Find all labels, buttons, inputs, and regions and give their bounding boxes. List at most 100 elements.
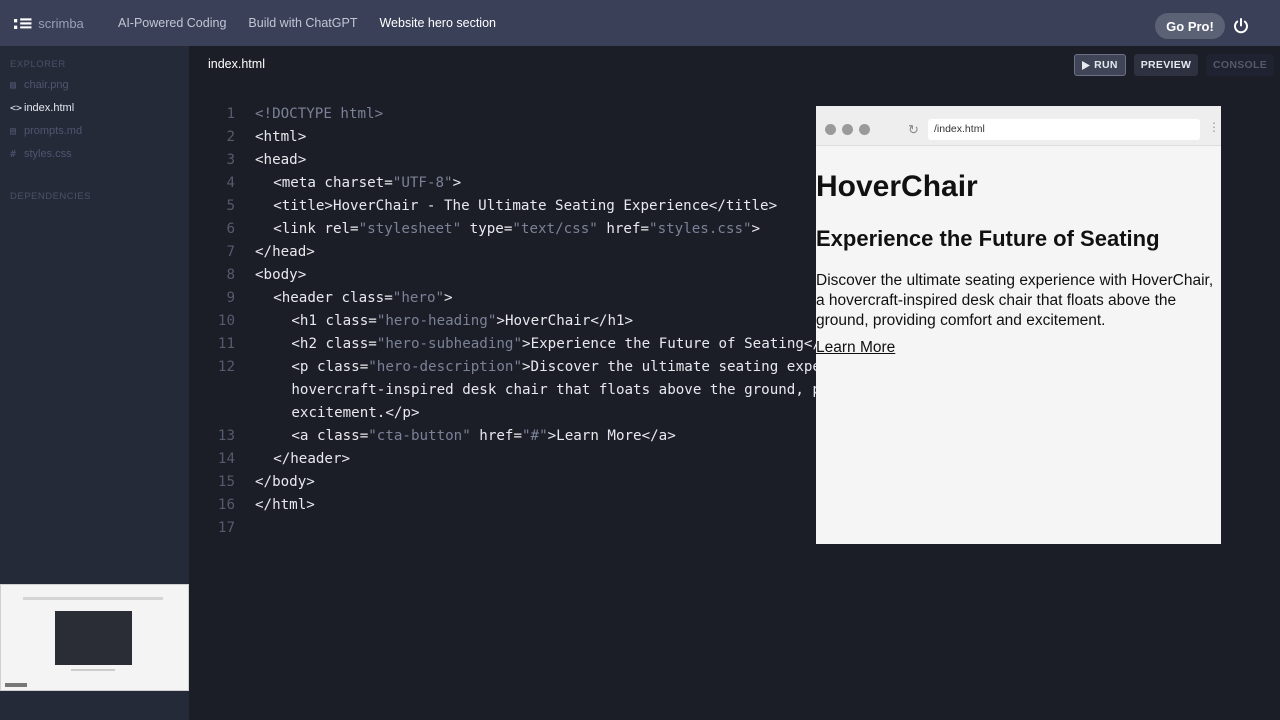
code-text: <body> — [255, 265, 306, 285]
code-line: 10 <h1 class="hero-heading">HoverChair</h… — [189, 311, 819, 334]
scrimba-app: :≡ scrimba AI-Powered Coding Build with … — [0, 0, 1280, 720]
hash-icon: # — [10, 148, 17, 160]
line-number: 3 — [226, 152, 235, 168]
code-string: "hero" — [392, 290, 445, 306]
file-name: chair.png — [24, 79, 69, 91]
line-number: 10 — [217, 313, 235, 329]
code-string: "text/css" — [512, 221, 598, 237]
code-text: excitement.</p> — [291, 403, 419, 423]
logo-text: scrimba — [38, 15, 84, 31]
play-icon — [1082, 60, 1091, 70]
breadcrumb-course[interactable]: AI-Powered Coding — [118, 16, 226, 30]
code-text: <head> — [255, 150, 306, 170]
code-line: excitement.</p> — [189, 403, 819, 426]
code-token: </body> — [255, 474, 315, 490]
window-dot-icon — [859, 124, 870, 135]
code-line: 14 </header> — [189, 449, 819, 472]
code-token: > — [751, 221, 761, 237]
file-item[interactable]: ▤ prompts.md — [10, 125, 82, 137]
code-editor[interactable]: 1 <!DOCTYPE html> 2 <html> 3 <head> 4 <meta cha… — [189, 104, 819, 554]
code-token: > — [444, 290, 453, 306]
code-string: "hero-subheading" — [376, 336, 523, 352]
code-string: "styles.css" — [649, 221, 752, 237]
code-line: 7 </head> — [189, 242, 819, 265]
code-token: <meta charset= — [273, 175, 393, 191]
file-item[interactable]: # styles.css — [10, 148, 72, 160]
code-token: > — [452, 175, 462, 191]
code-string: "#" — [522, 428, 548, 444]
preview-description: Discover the ultimate seating experience… — [816, 272, 1214, 329]
code-token: <h2 class= — [291, 336, 377, 352]
code-string: "stylesheet" — [358, 221, 462, 237]
reload-icon[interactable]: ↻ — [908, 122, 919, 138]
console-button[interactable]: CONSOLE — [1206, 54, 1274, 76]
image-file-icon: ▨ — [10, 79, 17, 91]
code-line: hovercraft-inspired desk chair that floa… — [189, 380, 819, 403]
tab-index-html[interactable]: index.html — [208, 57, 265, 71]
code-token: excitement.</p> — [291, 405, 420, 421]
code-line: 2 <html> — [189, 127, 819, 150]
code-token: </head> — [255, 244, 315, 260]
code-token: <body> — [255, 267, 307, 283]
window-dot-icon — [825, 124, 836, 135]
code-line: 8 <body> — [189, 265, 819, 288]
breadcrumb-lesson: Website hero section — [379, 16, 496, 30]
code-token: <html> — [255, 129, 307, 145]
run-button[interactable]: RUN — [1074, 54, 1126, 76]
run-label: RUN — [1094, 59, 1118, 71]
code-file-icon: <> — [10, 102, 23, 114]
line-number: 5 — [226, 198, 235, 214]
code-token: <p class= — [291, 359, 369, 375]
preview-heading: HoverChair — [816, 170, 978, 203]
code-token: >Learn More</a> — [547, 428, 676, 444]
scrimba-logo[interactable]: :≡ scrimba — [12, 13, 96, 34]
bottom-bar — [189, 700, 1280, 720]
video-thumbnail[interactable] — [0, 584, 189, 691]
code-text: <p class="hero-description">Discover the… — [291, 357, 819, 377]
dependencies-heading: DEPENDENCIES — [10, 191, 91, 202]
code-token: </header> — [273, 451, 351, 467]
code-text: <title>HoverChair - The Ultimate Seating… — [273, 196, 777, 216]
file-name: styles.css — [24, 148, 72, 160]
file-item[interactable]: <> index.html — [10, 102, 74, 114]
code-text: <h1 class="hero-heading">HoverChair</h1> — [291, 311, 633, 331]
code-token: <title>HoverChair - The Ultimate Seating… — [273, 198, 778, 214]
code-text: hovercraft-inspired desk chair that floa… — [291, 380, 819, 400]
code-string: "hero-heading" — [376, 313, 497, 329]
code-token: <head> — [255, 152, 307, 168]
line-number: 1 — [226, 106, 235, 122]
preview-button[interactable]: PREVIEW — [1134, 54, 1198, 76]
code-text: <html> — [255, 127, 306, 147]
code-token: href= — [597, 221, 650, 237]
code-line: 17 — [189, 518, 819, 541]
preview-url-bar[interactable]: /index.html — [928, 119, 1200, 140]
code-text: <!DOCTYPE html> — [255, 104, 383, 124]
line-number: 7 — [226, 244, 235, 260]
code-string: "hero-description" — [368, 359, 523, 375]
code-line: 12 <p class="hero-description">Discover t… — [189, 357, 819, 380]
code-text: <link rel="stylesheet" type="text/css" h… — [273, 219, 760, 239]
code-token: <link rel= — [273, 221, 359, 237]
code-string: "cta-button" — [368, 428, 471, 444]
preview-learn-more-link[interactable]: Learn More — [816, 339, 895, 357]
line-number: 2 — [226, 129, 235, 145]
file-item[interactable]: ▨ chair.png — [10, 79, 69, 91]
breadcrumb-module[interactable]: Build with ChatGPT — [248, 16, 357, 30]
code-line: 11 <h2 class="hero-subheading">Experience… — [189, 334, 819, 357]
code-line: 6 <link rel="stylesheet" type="text/css" … — [189, 219, 819, 242]
line-number: 11 — [217, 336, 235, 352]
power-icon[interactable] — [1228, 13, 1254, 39]
code-text: <meta charset="UTF-8"> — [273, 173, 461, 193]
file-explorer-sidebar: EXPLORER ▨ chair.png <> index.html ▤ prompts.… — [0, 46, 189, 720]
code-text: <header class="hero"> — [273, 288, 452, 308]
line-number: 6 — [226, 221, 235, 237]
code-string: <!DOCTYPE html> — [255, 106, 384, 122]
more-options-icon[interactable]: ⋮ — [1208, 120, 1220, 134]
go-pro-button[interactable]: Go Pro! — [1155, 13, 1225, 39]
code-text: </header> — [273, 449, 350, 469]
line-number: 14 — [217, 451, 235, 467]
code-string: "UTF-8" — [392, 175, 453, 191]
code-token: <header class= — [273, 290, 393, 306]
line-number: 16 — [217, 497, 235, 513]
preview-browser-bar: ↻ /index.html ⋮ — [816, 106, 1221, 146]
